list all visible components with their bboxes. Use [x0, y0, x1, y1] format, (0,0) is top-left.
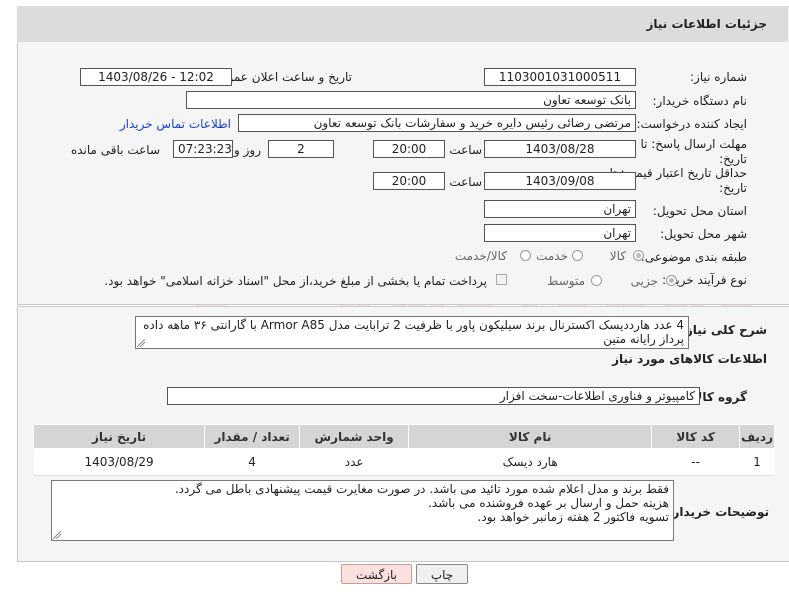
cell-item-code: -- — [651, 448, 740, 476]
validity-time-label: ساعت — [449, 175, 482, 189]
col-item-code: کد کالا — [651, 424, 741, 449]
resize-grip-icon — [53, 531, 61, 539]
category-option-both: کالا/خدمت — [454, 249, 507, 263]
buyer-notes-label: توضیحات خریدار: — [667, 505, 769, 519]
category-radio-goods[interactable] — [633, 250, 644, 261]
days-field: 2 — [268, 140, 334, 158]
process-option-medium: متوسط — [547, 274, 585, 288]
category-option-service: خدمت — [536, 249, 568, 263]
cell-unit: عدد — [299, 448, 409, 476]
print-button[interactable]: چاپ — [416, 564, 468, 584]
need-number-field: 1103001031000511 — [484, 68, 636, 86]
summary-label: شرح کلی نیاز: — [681, 323, 767, 337]
need-number-label: شماره نیاز: — [690, 70, 747, 84]
summary-textarea[interactable]: 4 عدد هارددیسک اکسترنال برند سیلیکون پاو… — [135, 316, 689, 349]
cell-quantity: 4 — [204, 448, 300, 476]
buyer-note-line: فقط برند و مدل اعلام شده مورد تائید می ب… — [174, 482, 669, 496]
goods-table-header-row: ردیف کد کالا نام کالا واحد شمارش تعداد /… — [32, 424, 775, 449]
category-option-goods: کالا — [609, 249, 626, 263]
requester-label: ایجاد کننده درخواست: — [636, 117, 747, 131]
category-radio-service[interactable] — [572, 250, 583, 261]
city-label: شهر محل تحویل: — [660, 227, 747, 241]
deadline-time-field: 20:00 — [373, 140, 445, 158]
process-radio-medium[interactable] — [591, 275, 602, 286]
city-field: تهران — [484, 224, 636, 242]
resize-grip-icon — [137, 339, 145, 347]
validity-date-field: 1403/09/08 — [484, 172, 636, 190]
category-label: طبقه بندی موضوعی: — [640, 250, 747, 264]
goods-group-field: کامپیوتر و فناوری اطلاعات-سخت افزار — [167, 387, 700, 405]
col-item-name: نام کالا — [408, 424, 653, 449]
process-radio-minor[interactable] — [666, 275, 677, 286]
deadline-time-label: ساعت — [449, 143, 482, 157]
buyer-org-field: بانک توسعه تعاون — [186, 91, 636, 109]
announce-datetime-field: 1403/08/26 - 12:02 — [80, 68, 232, 86]
days-label: روز و — [234, 143, 261, 157]
goods-table: ردیف کد کالا نام کالا واحد شمارش تعداد /… — [32, 424, 775, 476]
province-label: استان محل تحویل: — [652, 204, 747, 218]
cell-item-name: هارد دیسک — [408, 448, 652, 476]
cell-need-date: 1403/08/29 — [33, 448, 205, 476]
cell-row-number: 1 — [739, 448, 775, 476]
validity-time-field: 20:00 — [373, 172, 445, 190]
requester-field: مرتضی رضائی رئیس دایره خرید و سفارشات با… — [238, 114, 636, 132]
col-row-number: ردیف — [739, 424, 775, 449]
contact-info-link[interactable]: اطلاعات تماس خریدار — [120, 117, 231, 131]
buyer-org-label: نام دستگاه خریدار: — [652, 94, 748, 108]
remaining-time-field: 07:23:23 — [173, 140, 233, 158]
category-radio-both[interactable] — [520, 250, 531, 261]
page-title: جزئیات اطلاعات نیاز — [646, 17, 767, 31]
buyer-notes-textarea[interactable]: فقط برند و مدل اعلام شده مورد تائید می ب… — [51, 480, 674, 541]
goods-section-title: اطلاعات کالاهای مورد نیاز — [612, 352, 767, 366]
process-option-minor: جزیی — [630, 274, 658, 288]
treasury-payment-note: پرداخت تمام یا بخشی از مبلغ خرید،از محل … — [104, 274, 487, 288]
table-row: 1 -- هارد دیسک عدد 4 1403/08/29 — [33, 448, 775, 476]
col-need-date: تاریخ نیاز — [32, 424, 206, 449]
treasury-payment-checkbox[interactable] — [496, 274, 507, 285]
province-field: تهران — [484, 200, 636, 218]
col-quantity: تعداد / مقدار — [204, 424, 301, 449]
back-button[interactable]: بازگشت — [341, 564, 412, 584]
deadline-date-field: 1403/08/28 — [484, 140, 636, 158]
buyer-note-line: هزینه حمل و ارسال بر عهده فروشنده می باش… — [428, 496, 669, 510]
remaining-label: ساعت باقی مانده — [70, 143, 160, 157]
buyer-note-line: تسویه فاکتور 2 هفته زمانبر خواهد بود. — [477, 510, 669, 524]
col-unit: واحد شمارش — [299, 424, 410, 449]
deadline-label: مهلت ارسال پاسخ: تا تاریخ: — [640, 137, 747, 166]
